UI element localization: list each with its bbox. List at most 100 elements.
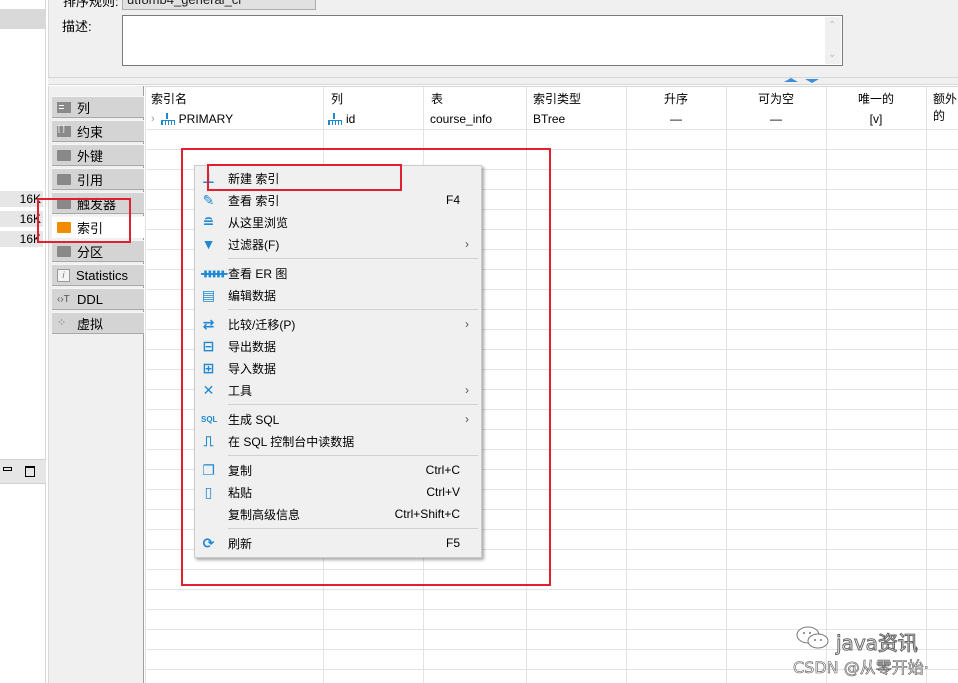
copy-icon: ❐ bbox=[202, 462, 215, 478]
sql-icon: SQL bbox=[201, 415, 218, 424]
folder-icon bbox=[57, 197, 71, 209]
maximize-icon[interactable] bbox=[25, 466, 35, 477]
column-header-ascending[interactable]: 升序 bbox=[626, 90, 726, 107]
menu-item-browse-from-here[interactable]: ≘ 从这里浏览 bbox=[195, 211, 481, 233]
context-menu: ⊥ 新建 索引 ✎ 查看 索引 F4 ≘ 从这里浏览 ▼ 过滤器(F) › ᚔ … bbox=[194, 165, 482, 558]
menu-label: 生成 SQL bbox=[228, 412, 280, 427]
menu-item-view-index[interactable]: ✎ 查看 索引 F4 bbox=[195, 189, 481, 211]
tab-label: 列 bbox=[77, 100, 91, 116]
tab-triggers[interactable]: 触发器 bbox=[52, 192, 144, 214]
panel-splitter[interactable] bbox=[48, 77, 958, 85]
index-name-cell: › PRIMARY bbox=[151, 112, 233, 126]
submenu-arrow-icon: › bbox=[465, 237, 469, 251]
expand-chevron-icon[interactable]: › bbox=[151, 113, 155, 125]
ddl-icon: ‹›T bbox=[57, 293, 70, 305]
tab-label: 分区 bbox=[77, 244, 104, 260]
menu-item-tools[interactable]: ✕ 工具 › bbox=[195, 379, 481, 401]
collapse-up-icon[interactable] bbox=[784, 78, 798, 82]
refresh-icon: ⟳ bbox=[202, 535, 215, 551]
tab-label: DDL bbox=[77, 291, 104, 307]
tab-columns[interactable]: 列 bbox=[52, 96, 144, 118]
tab-label: Statistics bbox=[76, 267, 129, 283]
properties-form: 排序规则: utf8mb4_general_ci 描述: ⌃ ⌄ bbox=[48, 0, 958, 77]
collation-select[interactable]: utf8mb4_general_ci bbox=[122, 0, 316, 10]
menu-item-read-in-sql-console[interactable]: ⎍ 在 SQL 控制台中读数据 bbox=[195, 430, 481, 452]
tab-virtual[interactable]: ⁘ 虚拟 bbox=[52, 312, 144, 334]
wechat-icon bbox=[796, 626, 829, 649]
index-name-value: PRIMARY bbox=[178, 112, 234, 126]
tab-constraints[interactable]: 约束 bbox=[52, 120, 144, 142]
tab-foreign-keys[interactable]: 外键 bbox=[52, 144, 144, 166]
tab-indexes[interactable]: 索引 bbox=[52, 216, 146, 238]
scroll-up-icon[interactable]: ⌃ bbox=[828, 21, 836, 31]
new-index-icon: ⊥ bbox=[202, 170, 215, 186]
filter-icon: ▼ bbox=[201, 236, 216, 252]
tab-partitions[interactable]: 分区 bbox=[52, 240, 144, 262]
folder-icon bbox=[57, 245, 71, 257]
size-cell: 16K bbox=[0, 211, 43, 227]
tab-ddl[interactable]: ‹›T DDL bbox=[52, 288, 144, 310]
edit-pencil-icon: ✎ bbox=[202, 192, 215, 208]
tab-label: 约束 bbox=[77, 124, 104, 140]
constraint-icon bbox=[57, 124, 71, 137]
description-textarea[interactable]: ⌃ ⌄ bbox=[122, 15, 843, 66]
sql-console-icon: ⎍ bbox=[203, 433, 214, 449]
column-header-index-type[interactable]: 索引类型 bbox=[533, 90, 581, 107]
menu-item-export-data[interactable]: ⊟ 导出数据 bbox=[195, 335, 481, 357]
menu-item-generate-sql[interactable]: SQL 生成 SQL › bbox=[195, 408, 481, 430]
menu-label: 过滤器(F) bbox=[228, 237, 280, 252]
column-header-index-name[interactable]: 索引名 bbox=[151, 90, 187, 107]
paste-icon: ▯ bbox=[204, 484, 213, 500]
menu-shortcut: F5 bbox=[445, 536, 460, 550]
folder-icon bbox=[57, 149, 71, 161]
minimize-icon[interactable] bbox=[3, 467, 12, 471]
tab-label: 索引 bbox=[77, 220, 104, 236]
collapse-down-icon[interactable] bbox=[805, 79, 819, 83]
menu-item-filter[interactable]: ▼ 过滤器(F) › bbox=[195, 233, 481, 255]
menu-label: 粘贴 bbox=[228, 485, 253, 500]
folder-icon bbox=[57, 221, 71, 233]
column-header-extra[interactable]: 额外的 bbox=[933, 90, 958, 124]
column-header-column[interactable]: 列 bbox=[331, 90, 343, 107]
menu-item-edit-data[interactable]: ▤ 编辑数据 bbox=[195, 284, 481, 306]
panel-controls bbox=[0, 459, 46, 484]
menu-item-new-index[interactable]: ⊥ 新建 索引 bbox=[195, 167, 481, 189]
tab-references[interactable]: 引用 bbox=[52, 168, 144, 190]
menu-item-copy[interactable]: ❐ 复制 Ctrl+C bbox=[195, 459, 481, 481]
columns-icon bbox=[57, 101, 71, 113]
menu-item-er-diagram[interactable]: ᚔ 查看 ER 图 bbox=[195, 262, 481, 284]
menu-label: 比较/迁移(P) bbox=[228, 317, 296, 332]
app-window: 16K 16K 16K 排序规则: utf8mb4_general_ci 描述:… bbox=[0, 0, 958, 683]
menu-item-compare-migrate[interactable]: ⇄ 比较/迁移(P) › bbox=[195, 313, 481, 335]
nullable-cell: — bbox=[770, 112, 782, 126]
index-key-icon bbox=[328, 113, 342, 125]
menu-separator bbox=[228, 404, 478, 405]
menu-separator bbox=[228, 528, 478, 529]
menu-item-paste[interactable]: ▯ 粘贴 Ctrl+V bbox=[195, 481, 481, 503]
description-label: 描述: bbox=[62, 19, 92, 34]
menu-shortcut: F4 bbox=[445, 193, 460, 207]
scroll-down-icon[interactable]: ⌄ bbox=[828, 50, 836, 60]
size-cell: 16K bbox=[0, 231, 43, 247]
import-data-icon: ⊞ bbox=[202, 360, 215, 376]
column-header-unique[interactable]: 唯一的 bbox=[826, 90, 926, 107]
description-scrollbar[interactable]: ⌃ ⌄ bbox=[825, 17, 841, 64]
submenu-arrow-icon: › bbox=[465, 383, 469, 397]
column-header-table[interactable]: 表 bbox=[431, 90, 443, 107]
menu-item-copy-advanced[interactable]: 复制高级信息 Ctrl+Shift+C bbox=[195, 503, 481, 525]
menu-shortcut: Ctrl+Shift+C bbox=[394, 507, 460, 521]
size-cell: 16K bbox=[0, 191, 43, 207]
menu-shortcut: Ctrl+C bbox=[425, 463, 460, 477]
menu-label: 查看 ER 图 bbox=[228, 266, 288, 281]
menu-label: 刷新 bbox=[228, 536, 253, 551]
vertical-tab-bar: 列 约束 外键 引用 触发器 索引 分区 i Statistics bbox=[48, 86, 146, 683]
tab-statistics[interactable]: i Statistics bbox=[52, 264, 144, 286]
menu-item-import-data[interactable]: ⊞ 导入数据 bbox=[195, 357, 481, 379]
tab-label: 外键 bbox=[77, 148, 104, 164]
menu-separator bbox=[228, 309, 478, 310]
menu-label: 查看 索引 bbox=[228, 193, 280, 208]
tab-label: 触发器 bbox=[77, 196, 117, 212]
column-header-nullable[interactable]: 可为空 bbox=[726, 90, 826, 107]
menu-item-refresh[interactable]: ⟳ 刷新 F5 bbox=[195, 532, 481, 554]
virtual-icon: ⁘ bbox=[57, 316, 67, 329]
